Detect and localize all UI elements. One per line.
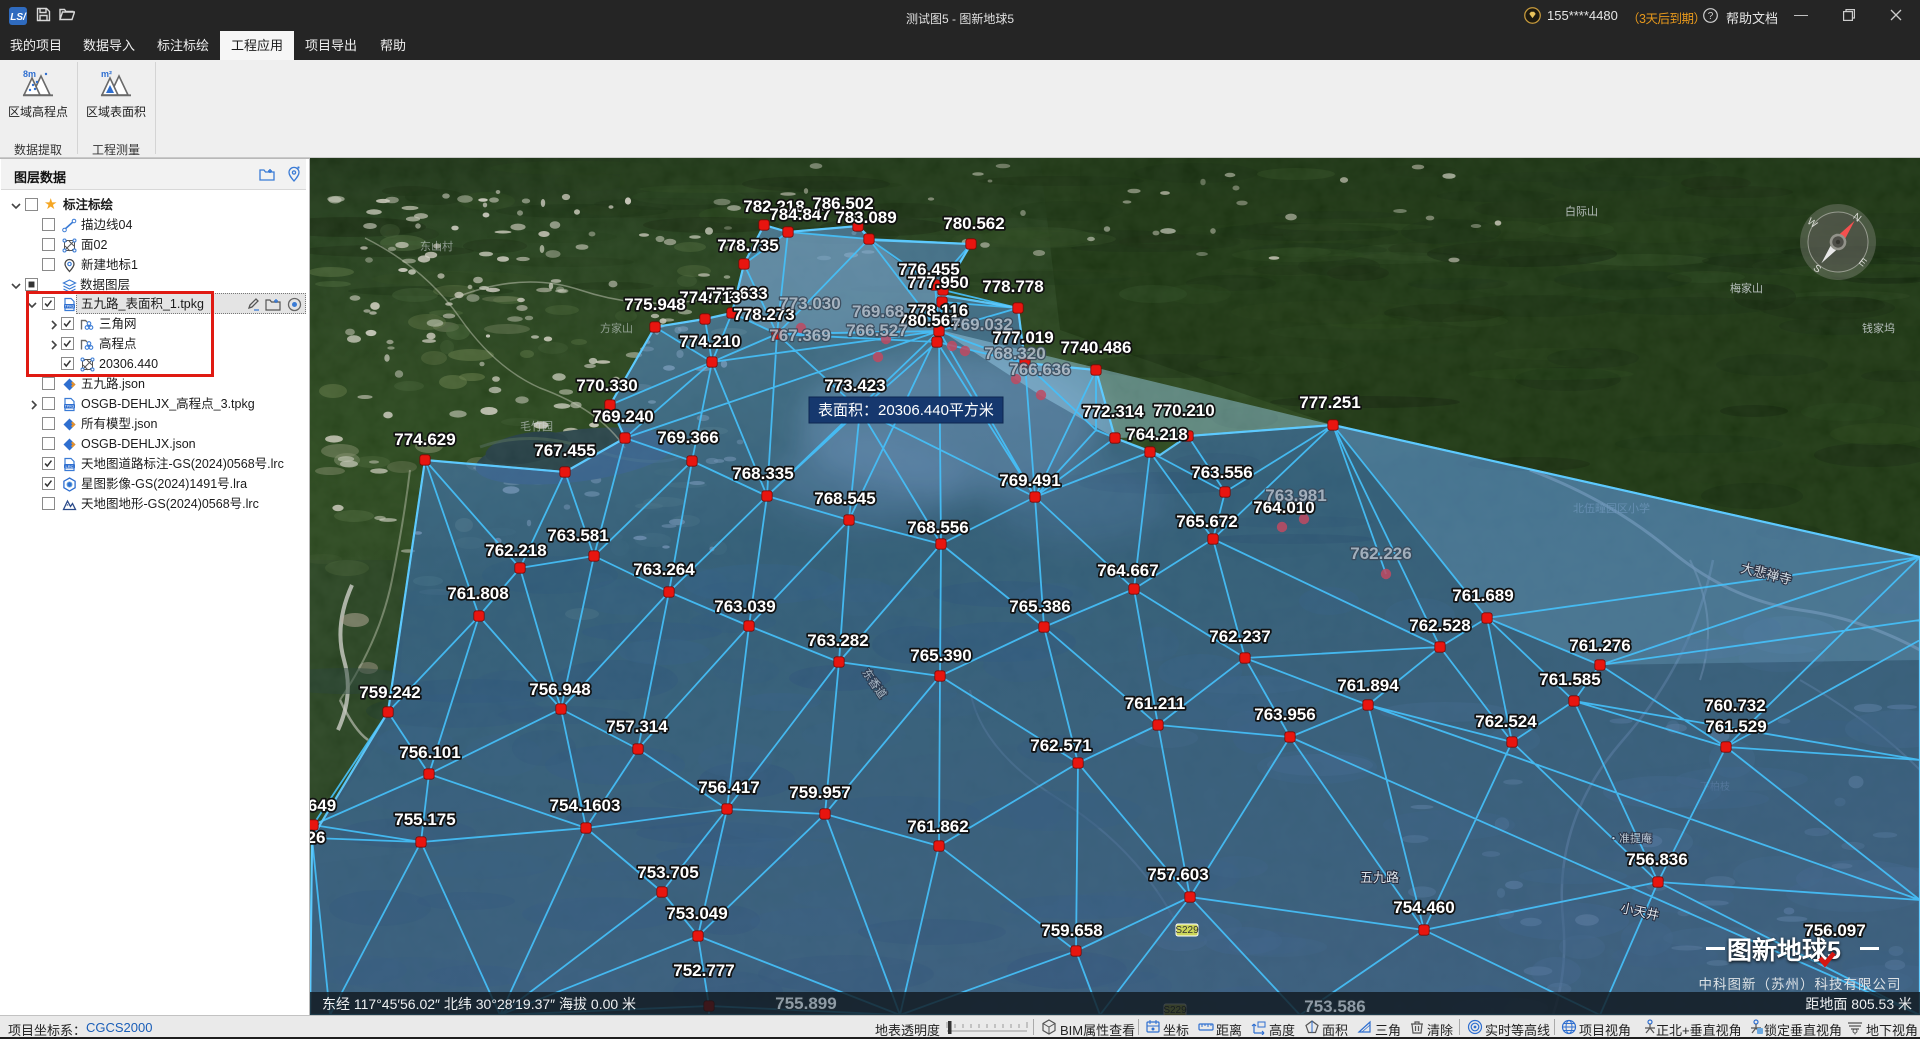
svg-text:763.039: 763.039 bbox=[714, 597, 775, 616]
svg-text:・准提庵: ・准提庵 bbox=[1608, 831, 1652, 845]
svg-text:780.562: 780.562 bbox=[943, 214, 1004, 233]
svg-text:753.049: 753.049 bbox=[666, 904, 727, 923]
svg-text:769.366: 769.366 bbox=[657, 428, 718, 447]
svg-text:764.667: 764.667 bbox=[1097, 561, 1158, 580]
svg-text:778.778: 778.778 bbox=[982, 277, 1043, 296]
svg-text:763.581: 763.581 bbox=[547, 526, 608, 545]
svg-text:777.950: 777.950 bbox=[907, 273, 968, 292]
svg-text:765.672: 765.672 bbox=[1176, 512, 1237, 531]
svg-text:762.218: 762.218 bbox=[485, 541, 546, 560]
svg-text:765.390: 765.390 bbox=[910, 646, 971, 665]
svg-text:761.211: 761.211 bbox=[1125, 694, 1186, 713]
svg-text:761.894: 761.894 bbox=[1337, 676, 1399, 695]
svg-text:773.423: 773.423 bbox=[824, 376, 885, 395]
svg-text:759.957: 759.957 bbox=[789, 783, 850, 802]
svg-text:769.68: 769.68 bbox=[852, 302, 904, 321]
svg-text:766.636: 766.636 bbox=[1009, 360, 1070, 379]
svg-text:761.862: 761.862 bbox=[907, 817, 968, 836]
svg-text:754.1603: 754.1603 bbox=[550, 796, 621, 815]
svg-text:761.689: 761.689 bbox=[1452, 586, 1513, 605]
svg-text:753.586: 753.586 bbox=[1304, 997, 1365, 1015]
svg-text:775.948: 775.948 bbox=[624, 295, 685, 314]
svg-text:762.226: 762.226 bbox=[1350, 544, 1411, 563]
svg-text:中科图新（苏州）科技有限公司: 中科图新（苏州）科技有限公司 bbox=[1699, 977, 1902, 992]
svg-text:755.175: 755.175 bbox=[394, 810, 455, 829]
svg-text:772.314: 772.314 bbox=[1082, 402, 1144, 421]
svg-text:763.981: 763.981 bbox=[1265, 486, 1326, 505]
svg-text:756.101: 756.101 bbox=[399, 743, 460, 762]
svg-text:774.629: 774.629 bbox=[394, 430, 455, 449]
svg-text:774.713: 774.713 bbox=[679, 288, 740, 307]
svg-text:761.529: 761.529 bbox=[1705, 717, 1766, 736]
svg-text:五九路: 五九路 bbox=[1360, 870, 1399, 885]
svg-text:8m: 8m bbox=[23, 69, 36, 79]
svg-text:767.455: 767.455 bbox=[534, 441, 595, 460]
svg-text:763.956: 763.956 bbox=[1254, 705, 1315, 724]
svg-text:765.386: 765.386 bbox=[1009, 597, 1070, 616]
svg-text:757.314: 757.314 bbox=[606, 717, 668, 736]
svg-text:754.460: 754.460 bbox=[1393, 898, 1454, 917]
svg-text:766.527: 766.527 bbox=[846, 321, 907, 340]
svg-text:760.732: 760.732 bbox=[1704, 696, 1765, 715]
svg-text:770.210: 770.210 bbox=[1153, 401, 1214, 420]
svg-text:759.658: 759.658 bbox=[1041, 921, 1102, 940]
svg-text:762.528: 762.528 bbox=[1409, 616, 1470, 635]
svg-text:距地面 805.53 米: 距地面 805.53 米 bbox=[1805, 996, 1912, 1012]
svg-text:S229: S229 bbox=[1175, 925, 1199, 936]
svg-text:26: 26 bbox=[310, 828, 325, 847]
svg-text:649: 649 bbox=[310, 796, 336, 815]
svg-text:767.369: 767.369 bbox=[769, 326, 830, 345]
svg-text:769.491: 769.491 bbox=[999, 471, 1060, 490]
svg-text:769.032: 769.032 bbox=[951, 315, 1012, 334]
svg-text:768.545: 768.545 bbox=[814, 489, 875, 508]
svg-text:761.276: 761.276 bbox=[1569, 636, 1630, 655]
svg-text:753.705: 753.705 bbox=[637, 863, 698, 882]
svg-text:777.251: 777.251 bbox=[1299, 393, 1360, 412]
svg-text:763.556: 763.556 bbox=[1191, 463, 1252, 482]
svg-text:TPKG: TPKG bbox=[65, 405, 75, 409]
svg-text:763.282: 763.282 bbox=[807, 631, 868, 650]
svg-text:755.899: 755.899 bbox=[775, 994, 836, 1013]
svg-text:773.030: 773.030 bbox=[779, 294, 840, 313]
svg-text:774.210: 774.210 bbox=[679, 332, 740, 351]
svg-text:764.218: 764.218 bbox=[1126, 425, 1187, 444]
svg-text:LRC: LRC bbox=[65, 464, 73, 469]
svg-text:756.836: 756.836 bbox=[1626, 850, 1687, 869]
svg-text:783.089: 783.089 bbox=[835, 208, 896, 227]
svg-text:东经 117°45′56.02″ 北纬 30°28′19.3: 东经 117°45′56.02″ 北纬 30°28′19.37″ 海拔 0.00… bbox=[322, 996, 636, 1012]
svg-text:759.242: 759.242 bbox=[359, 683, 420, 702]
svg-text:表面积：20306.440平方米: 表面积：20306.440平方米 bbox=[818, 402, 994, 419]
svg-text:756.417: 756.417 bbox=[698, 778, 759, 797]
svg-text:762.524: 762.524 bbox=[1475, 712, 1537, 731]
svg-text:752.777: 752.777 bbox=[673, 961, 734, 980]
svg-text:761.808: 761.808 bbox=[447, 584, 508, 603]
svg-text:768.335: 768.335 bbox=[732, 464, 793, 483]
svg-text:768.556: 768.556 bbox=[907, 518, 968, 537]
svg-text:763.264: 763.264 bbox=[633, 560, 695, 579]
svg-text:769.240: 769.240 bbox=[592, 407, 653, 426]
svg-text:770.330: 770.330 bbox=[576, 376, 637, 395]
svg-text:756.948: 756.948 bbox=[529, 680, 590, 699]
svg-text:762.237: 762.237 bbox=[1209, 627, 1270, 646]
svg-text:757.603: 757.603 bbox=[1147, 865, 1208, 884]
svg-text:7740.486: 7740.486 bbox=[1061, 338, 1132, 357]
svg-text:761.585: 761.585 bbox=[1539, 670, 1600, 689]
svg-text:?: ? bbox=[1708, 11, 1714, 22]
svg-text:762.571: 762.571 bbox=[1030, 736, 1091, 755]
svg-text:778.735: 778.735 bbox=[717, 236, 778, 255]
